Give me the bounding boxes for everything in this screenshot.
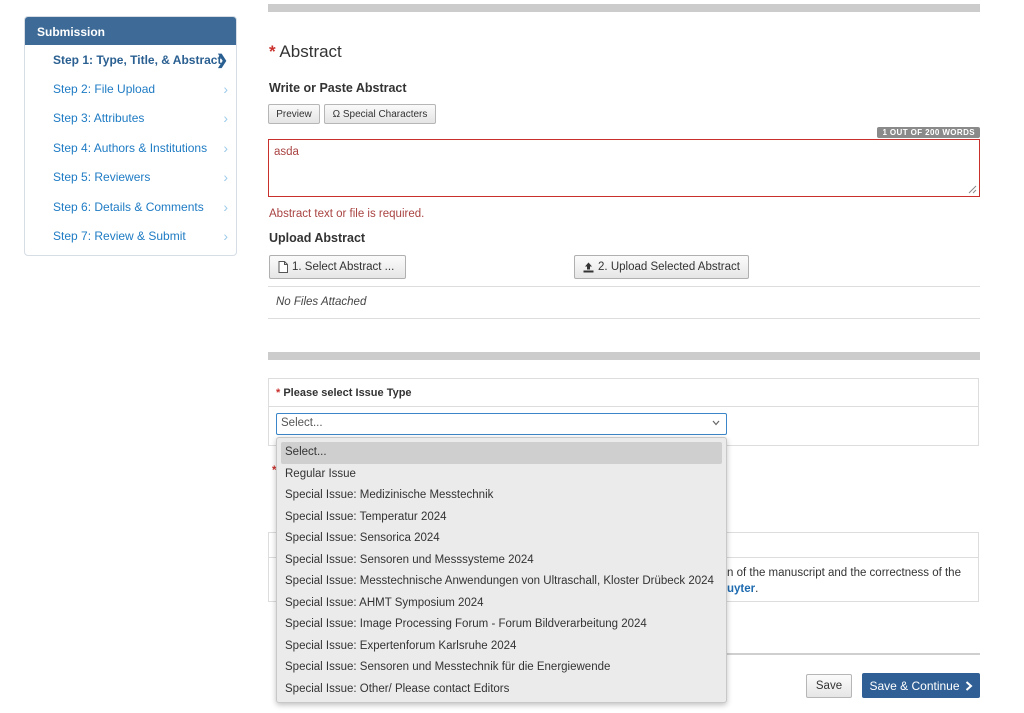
divider	[268, 286, 980, 287]
preview-button[interactable]: Preview	[268, 104, 320, 124]
sidebar-step-label: Step 7: Review & Submit	[53, 229, 186, 244]
section-divider-bar	[268, 4, 980, 12]
dropdown-option[interactable]: Special Issue: Sensoren und Messsysteme …	[277, 550, 726, 572]
dropdown-option[interactable]: Special Issue: Medizinische Messtechnik	[277, 485, 726, 507]
chevron-right-icon	[965, 680, 973, 691]
divider	[727, 653, 980, 655]
sidebar-step-label: Step 6: Details & Comments	[53, 199, 204, 214]
save-and-continue-button[interactable]: Save & Continue	[862, 673, 980, 698]
resize-handle-icon[interactable]	[968, 185, 977, 194]
chevron-right-icon: ›	[223, 198, 228, 215]
sidebar-step-label: Step 5: Reviewers	[53, 170, 151, 185]
issue-type-label-text: Please select Issue Type	[283, 387, 412, 399]
section-divider-bar	[268, 352, 980, 360]
chevron-right-icon: ›	[223, 169, 228, 186]
sidebar-step-label: Step 4: Authors & Institutions	[53, 140, 208, 155]
sidebar-step-6[interactable]: Step 6: Details & Comments ›	[25, 192, 236, 221]
chevron-right-icon: ❯	[216, 51, 228, 68]
upload-icon	[583, 262, 594, 272]
dropdown-option[interactable]: Special Issue: AHMT Symposium 2024	[277, 593, 726, 615]
chevron-down-icon	[712, 418, 720, 428]
sidebar-header: Submission	[25, 17, 236, 45]
abstract-title: * Abstract	[269, 42, 342, 62]
upload-abstract-label: 2. Upload Selected Abstract	[598, 261, 740, 273]
save-button[interactable]: Save	[806, 674, 852, 698]
chevron-right-icon: ›	[223, 139, 228, 156]
dropdown-option[interactable]: Special Issue: Temperatur 2024	[277, 507, 726, 529]
issue-type-selected-value: Select...	[281, 417, 323, 429]
sidebar-step-label: Step 3: Attributes	[53, 111, 145, 126]
abstract-error-message: Abstract text or file is required.	[269, 208, 425, 220]
dropdown-option[interactable]: Special Issue: Other/ Please contact Edi…	[277, 679, 726, 701]
dropdown-option[interactable]: Special Issue: Sensorica 2024	[277, 528, 726, 550]
special-characters-button[interactable]: Ω Special Characters	[324, 104, 436, 124]
upload-abstract-heading: Upload Abstract	[269, 231, 366, 245]
sidebar-step-2[interactable]: Step 2: File Upload ›	[25, 74, 236, 103]
sidebar-step-4[interactable]: Step 4: Authors & Institutions ›	[25, 133, 236, 162]
dropdown-option[interactable]: Select...	[281, 442, 722, 464]
sidebar-step-7[interactable]: Step 7: Review & Submit ›	[25, 221, 236, 250]
sidebar-step-label: Step 1: Type, Title, & Abstract	[53, 52, 222, 67]
abstract-title-text: Abstract	[279, 42, 342, 61]
chevron-right-icon: ›	[223, 110, 228, 127]
write-abstract-heading: Write or Paste Abstract	[269, 81, 407, 95]
issue-type-select[interactable]: Select...	[276, 413, 727, 435]
file-icon	[278, 261, 288, 273]
dropdown-option[interactable]: Special Issue: Expertenforum Karlsruhe 2…	[277, 636, 726, 658]
issue-type-label: * Please select Issue Type	[269, 379, 978, 407]
dropdown-option[interactable]: Regular Issue	[277, 464, 726, 486]
issue-type-panel: * Please select Issue Type	[268, 378, 979, 446]
issue-type-dropdown-list: Select... Regular Issue Special Issue: M…	[276, 437, 727, 703]
save-and-continue-label: Save & Continue	[869, 678, 960, 693]
abstract-textarea[interactable]: asda	[268, 139, 980, 197]
required-marker: *	[276, 387, 281, 399]
sidebar-step-3[interactable]: Step 3: Attributes ›	[25, 104, 236, 133]
select-abstract-button[interactable]: 1. Select Abstract ...	[269, 255, 406, 279]
dropdown-option[interactable]: Special Issue: Sensoren und Messtechnik …	[277, 657, 726, 679]
chevron-right-icon: ›	[223, 228, 228, 245]
agreement-text: n of the manuscript and the correctness …	[727, 567, 961, 579]
abstract-text-value: asda	[274, 146, 299, 158]
chevron-right-icon: ›	[223, 81, 228, 98]
dropdown-option[interactable]: Special Issue: Image Processing Forum - …	[277, 614, 726, 636]
word-count-badge: 1 OUT OF 200 WORDS	[877, 127, 980, 138]
required-marker: *	[269, 42, 276, 61]
dropdown-option[interactable]: Special Issue: Messtechnische Anwendunge…	[277, 571, 726, 593]
sidebar-step-1[interactable]: Step 1: Type, Title, & Abstract ❯	[25, 45, 236, 74]
select-abstract-label: 1. Select Abstract ...	[292, 261, 395, 273]
no-files-text: No Files Attached	[276, 296, 367, 308]
publisher-link-text: uyter	[727, 583, 756, 595]
sidebar-step-label: Step 2: File Upload	[53, 82, 156, 97]
sidebar-step-5[interactable]: Step 5: Reviewers ›	[25, 163, 236, 192]
submission-sidebar: Submission Step 1: Type, Title, & Abstra…	[24, 16, 237, 256]
upload-abstract-button[interactable]: 2. Upload Selected Abstract	[574, 255, 749, 279]
publisher-link-fragment[interactable]: uyter.	[727, 583, 758, 595]
divider	[268, 318, 980, 319]
link-suffix: .	[755, 583, 759, 595]
